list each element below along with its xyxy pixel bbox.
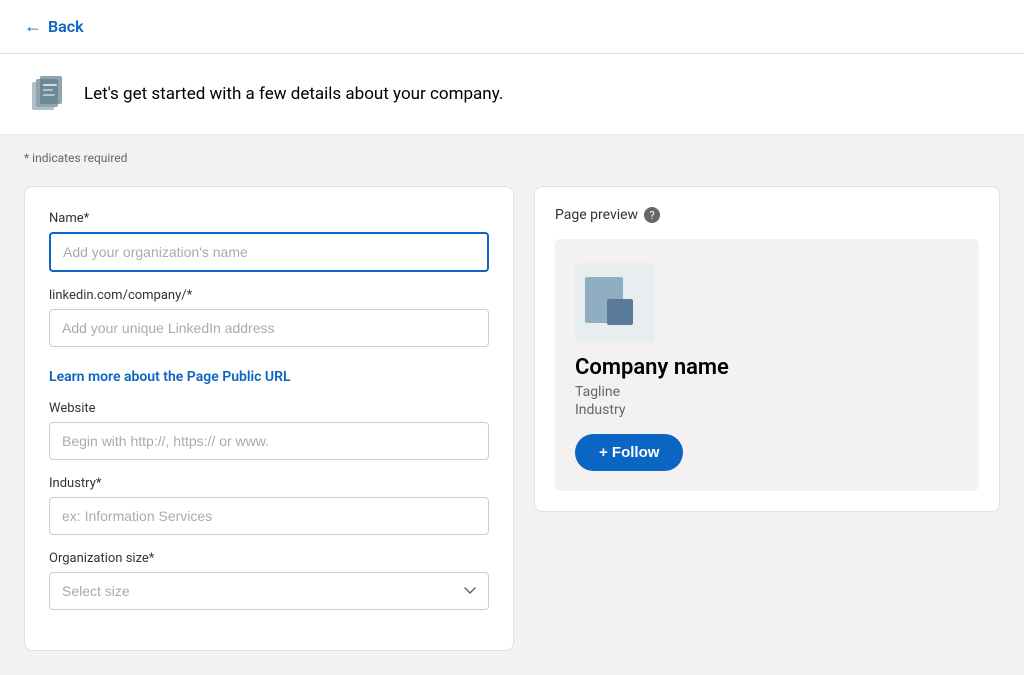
company-logo-placeholder [575,263,655,343]
header-text: Let's get started with a few details abo… [84,84,503,104]
main-content: Name* linkedin.com/company/* Learn more … [0,170,1024,675]
url-field-group: linkedin.com/company/* [49,288,489,347]
url-label: linkedin.com/company/* [49,288,489,303]
required-note: * indicates required [24,151,127,165]
name-field-group: Name* [49,211,489,272]
preview-card: Company name Tagline Industry + Follow [555,239,979,491]
company-logo-svg [575,263,655,343]
org-size-label: Organization size* [49,551,489,566]
industry-label: Industry* [49,476,489,491]
website-label: Website [49,401,489,416]
header-icon [24,72,68,116]
website-input[interactable] [49,422,489,460]
preview-title: Page preview [555,207,638,223]
top-navigation: ← Back [0,0,1024,54]
back-label: Back [48,17,84,36]
name-input[interactable] [49,232,489,272]
industry-preview: Industry [575,402,625,418]
company-name-preview: Company name [575,355,729,380]
company-icon-svg [24,72,68,116]
help-icon[interactable]: ? [644,207,660,223]
website-field-group: Website [49,401,489,460]
follow-button[interactable]: + Follow [575,434,683,471]
tagline-preview: Tagline [575,384,620,400]
org-size-select[interactable]: Select size 1-10 employees 11-50 employe… [49,572,489,610]
form-panel: Name* linkedin.com/company/* Learn more … [24,186,514,651]
back-arrow-icon: ← [24,16,42,37]
back-link[interactable]: ← Back [24,16,84,37]
name-label: Name* [49,211,489,226]
url-input[interactable] [49,309,489,347]
org-size-field-group: Organization size* Select size 1-10 empl… [49,551,489,610]
industry-input[interactable] [49,497,489,535]
preview-title-row: Page preview ? [555,207,979,223]
preview-panel: Page preview ? Company name Tagline Indu… [534,186,1000,512]
industry-field-group: Industry* [49,476,489,535]
learn-more-link[interactable]: Learn more about the Page Public URL [49,369,291,385]
header-section: Let's get started with a few details abo… [0,54,1024,135]
